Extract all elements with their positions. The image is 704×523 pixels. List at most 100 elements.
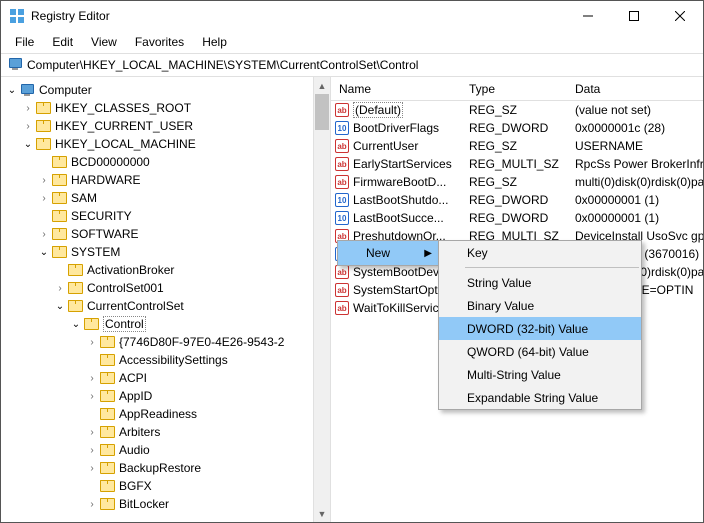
tree-item-label: BitLocker	[119, 497, 169, 511]
column-type[interactable]: Type	[461, 82, 567, 96]
context-item[interactable]: Binary Value	[439, 294, 641, 317]
value-row[interactable]: 10BootDriverFlagsREG_DWORD0x0000001c (28…	[331, 119, 703, 137]
tree-item[interactable]: ›AppID	[1, 387, 330, 405]
tree-item[interactable]: › BitLocker	[1, 495, 330, 513]
minimize-button[interactable]	[565, 1, 611, 31]
chevron-right-icon[interactable]: ›	[85, 337, 99, 348]
computer-icon	[7, 57, 23, 73]
tree-item-label: Computer	[39, 83, 92, 97]
chevron-right-icon[interactable]: ›	[53, 283, 67, 294]
tree-item[interactable]: ⌄ Computer	[1, 81, 330, 99]
value-type: REG_SZ	[461, 175, 567, 189]
folder-icon	[51, 191, 67, 205]
chevron-down-icon[interactable]: ⌄	[69, 319, 83, 330]
tree-item[interactable]: ⌄Control	[1, 315, 330, 333]
tree-item[interactable]: BGFX	[1, 477, 330, 495]
numeric-value-icon: 10	[335, 193, 349, 207]
tree-item[interactable]: ›Arbiters	[1, 423, 330, 441]
tree-item[interactable]: › Audio	[1, 441, 330, 459]
scroll-thumb[interactable]	[315, 94, 329, 130]
value-row[interactable]: 10LastBootSucce...REG_DWORD0x00000001 (1…	[331, 209, 703, 227]
menu-favorites[interactable]: Favorites	[127, 33, 192, 51]
value-row[interactable]: abCurrentUserREG_SZUSERNAME	[331, 137, 703, 155]
tree-item[interactable]: AccessibilitySettings	[1, 351, 330, 369]
context-item-label: Key	[467, 246, 488, 260]
column-data[interactable]: Data	[567, 82, 703, 96]
context-item-label: QWORD (64-bit) Value	[467, 345, 589, 359]
folder-icon	[51, 173, 67, 187]
tree-item-label: HKEY_CLASSES_ROOT	[55, 101, 191, 115]
chevron-right-icon[interactable]: ›	[37, 229, 51, 240]
tree-item-label: BCD00000000	[71, 155, 150, 169]
column-name[interactable]: Name	[331, 82, 461, 96]
tree-item[interactable]: › HKEY_CLASSES_ROOT	[1, 99, 330, 117]
context-menu[interactable]: New ▶	[337, 240, 441, 266]
context-item-new[interactable]: New ▶	[338, 241, 440, 265]
tree-item[interactable]: ›ACPI	[1, 369, 330, 387]
chevron-right-icon[interactable]: ›	[21, 121, 35, 132]
context-item[interactable]: Expandable String Value	[439, 386, 641, 409]
chevron-down-icon[interactable]: ⌄	[21, 139, 35, 150]
menu-view[interactable]: View	[83, 33, 125, 51]
tree-pane[interactable]: ▲ ▼ ⌄ Computer › HKEY_CLASSES_ROOT ›HKEY_CUR…	[1, 77, 331, 522]
tree-item[interactable]: AppReadiness	[1, 405, 330, 423]
context-item[interactable]: Multi-String Value	[439, 363, 641, 386]
chevron-right-icon[interactable]: ›	[21, 103, 35, 114]
address-bar[interactable]: Computer\HKEY_LOCAL_MACHINE\SYSTEM\Curre…	[1, 53, 703, 77]
menu-edit[interactable]: Edit	[44, 33, 81, 51]
context-submenu-new[interactable]: Key String ValueBinary ValueDWORD (32-bit…	[438, 240, 642, 410]
value-name: SystemBootDevi...	[353, 265, 452, 279]
tree-item[interactable]: ⌄HKEY_LOCAL_MACHINE	[1, 135, 330, 153]
chevron-right-icon[interactable]: ›	[37, 175, 51, 186]
string-value-icon: ab	[335, 175, 349, 189]
maximize-button[interactable]	[611, 1, 657, 31]
value-row[interactable]: ab(Default)REG_SZ(value not set)	[331, 101, 703, 119]
chevron-down-icon[interactable]: ⌄	[5, 85, 19, 96]
context-item[interactable]: DWORD (32-bit) Value	[439, 317, 641, 340]
value-row[interactable]: 10LastBootShutdo...REG_DWORD0x00000001 (…	[331, 191, 703, 209]
context-item[interactable]: QWORD (64-bit) Value	[439, 340, 641, 363]
menu-file[interactable]: File	[7, 33, 42, 51]
tree-item[interactable]: ›HKEY_CURRENT_USER	[1, 117, 330, 135]
value-type: REG_DWORD	[461, 121, 567, 135]
chevron-right-icon[interactable]: ›	[85, 373, 99, 384]
close-button[interactable]	[657, 1, 703, 31]
tree-item[interactable]: ›SAM	[1, 189, 330, 207]
tree-item-label: Audio	[119, 443, 150, 457]
chevron-right-icon[interactable]: ›	[85, 445, 99, 456]
chevron-right-icon[interactable]: ›	[37, 193, 51, 204]
chevron-right-icon[interactable]: ›	[85, 499, 99, 510]
chevron-down-icon[interactable]: ⌄	[53, 301, 67, 312]
chevron-right-icon[interactable]: ›	[85, 391, 99, 402]
value-type: REG_SZ	[461, 139, 567, 153]
tree-item[interactable]: ⌄SYSTEM	[1, 243, 330, 261]
folder-icon	[51, 209, 67, 223]
value-data: 0x00000001 (1)	[567, 211, 703, 225]
scroll-up-icon[interactable]: ▲	[314, 77, 330, 94]
chevron-down-icon[interactable]: ⌄	[37, 247, 51, 258]
tree-item[interactable]: ›SOFTWARE	[1, 225, 330, 243]
context-item[interactable]: String Value	[439, 271, 641, 294]
tree-scrollbar[interactable]: ▲ ▼	[313, 77, 330, 522]
folder-icon	[67, 263, 83, 277]
tree-item[interactable]: ›BackupRestore	[1, 459, 330, 477]
chevron-right-icon[interactable]: ›	[85, 427, 99, 438]
value-row[interactable]: abEarlyStartServicesREG_MULTI_SZRpcSs Po…	[331, 155, 703, 173]
tree-item[interactable]: SECURITY	[1, 207, 330, 225]
string-value-icon: ab	[335, 265, 349, 279]
tree-item[interactable]: ›HARDWARE	[1, 171, 330, 189]
folder-icon	[35, 137, 51, 151]
folder-icon	[99, 335, 115, 349]
tree-item[interactable]: ›ControlSet001	[1, 279, 330, 297]
scroll-down-icon[interactable]: ▼	[314, 505, 330, 522]
value-row[interactable]: abFirmwareBootD...REG_SZmulti(0)disk(0)r…	[331, 173, 703, 191]
tree-item[interactable]: ActivationBroker	[1, 261, 330, 279]
context-item[interactable]: Key	[439, 241, 641, 264]
tree-item[interactable]: ›{7746D80F-97E0-4E26-9543-2	[1, 333, 330, 351]
list-header[interactable]: Name Type Data	[331, 77, 703, 101]
tree-item[interactable]: ⌄CurrentControlSet	[1, 297, 330, 315]
chevron-right-icon[interactable]: ›	[85, 463, 99, 474]
tree-item[interactable]: BCD00000000	[1, 153, 330, 171]
folder-icon	[99, 371, 115, 385]
menu-help[interactable]: Help	[194, 33, 235, 51]
